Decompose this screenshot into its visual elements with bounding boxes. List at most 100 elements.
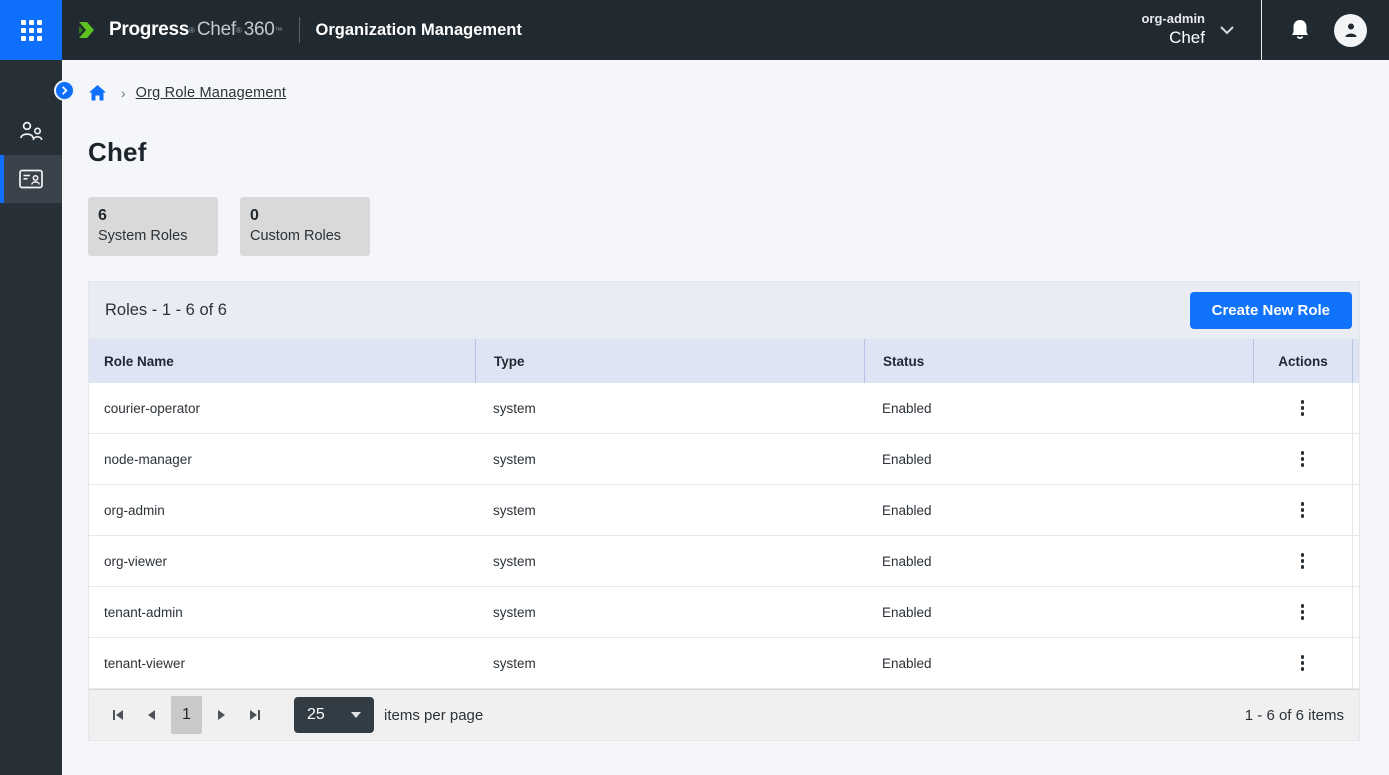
table-toolbar: Roles - 1 - 6 of 6 Create New Role	[89, 282, 1359, 339]
cell-type: system	[475, 587, 864, 637]
table-column-headers: Role Name Type Status Actions	[89, 339, 1359, 383]
brand-tm-mark: ™	[275, 26, 283, 35]
cell-role-name: org-viewer	[89, 536, 475, 586]
table-title: Roles - 1 - 6 of 6	[105, 301, 227, 320]
previous-page-button[interactable]	[135, 696, 169, 734]
cell-status: Enabled	[864, 485, 1253, 535]
brand-name-bold: Progress	[109, 19, 189, 41]
main-content: › Org Role Management Chef 6 System Role…	[62, 60, 1389, 775]
table-body: courier-operator system Enabled node-man…	[89, 383, 1359, 689]
column-header-gutter	[1352, 339, 1359, 383]
breadcrumb: › Org Role Management	[88, 81, 1360, 105]
page-title: Chef	[88, 137, 1360, 168]
org-role-label: org-admin	[1141, 11, 1205, 27]
items-per-page-select[interactable]: 25	[294, 697, 374, 733]
column-header-role-name: Role Name	[89, 339, 475, 383]
bell-icon	[1289, 18, 1311, 42]
table-row: org-admin system Enabled	[89, 485, 1359, 536]
notifications-button[interactable]	[1276, 0, 1324, 60]
cell-type: system	[475, 485, 864, 535]
brand-reg-mark-2: ®	[236, 26, 242, 35]
row-actions-button[interactable]	[1291, 443, 1315, 475]
app-launcher-button[interactable]	[0, 0, 62, 60]
stat-value: 0	[250, 205, 360, 226]
cell-role-name: courier-operator	[89, 383, 475, 433]
progress-logo-icon	[76, 17, 102, 43]
cell-role-name: tenant-viewer	[89, 638, 475, 688]
last-page-button[interactable]	[238, 696, 272, 734]
table-row: courier-operator system Enabled	[89, 383, 1359, 434]
cell-status: Enabled	[864, 536, 1253, 586]
kebab-menu-icon	[1301, 604, 1305, 608]
apps-grid-icon	[21, 20, 42, 41]
page-number-button-current[interactable]: 1	[171, 696, 202, 734]
stat-label: System Roles	[98, 226, 208, 247]
chevron-down-icon	[1219, 25, 1235, 35]
cell-actions	[1253, 638, 1352, 688]
app-root: Progress® Chef® 360™ Organization Manage…	[0, 0, 1389, 775]
column-header-type: Type	[475, 339, 864, 383]
cell-status: Enabled	[864, 587, 1253, 637]
cell-gutter	[1352, 536, 1359, 586]
cell-actions	[1253, 536, 1352, 586]
top-header: Progress® Chef® 360™ Organization Manage…	[0, 0, 1389, 60]
roles-table: Roles - 1 - 6 of 6 Create New Role Role …	[88, 281, 1360, 741]
header-user-divider	[1261, 0, 1262, 60]
header-right-section: org-admin Chef	[1141, 0, 1389, 60]
sidebar-item-org-roles[interactable]	[0, 155, 62, 203]
cell-gutter	[1352, 434, 1359, 484]
items-per-page-value: 25	[307, 706, 325, 724]
cell-role-name: org-admin	[89, 485, 475, 535]
next-page-button[interactable]	[204, 696, 238, 734]
pagination-range-label: 1 - 6 of 6 items	[1245, 707, 1344, 724]
cell-type: system	[475, 638, 864, 688]
first-page-icon	[111, 709, 125, 721]
stat-card-system-roles: 6 System Roles	[88, 197, 218, 256]
header-divider	[299, 17, 300, 43]
brand-logo: Progress® Chef® 360™	[76, 17, 283, 43]
sidebar-item-users[interactable]	[0, 107, 62, 155]
sidebar-expand-toggle[interactable]	[54, 80, 75, 101]
row-actions-button[interactable]	[1291, 545, 1315, 577]
row-actions-button[interactable]	[1291, 392, 1315, 424]
org-switcher[interactable]: org-admin Chef	[1141, 11, 1235, 49]
create-new-role-button[interactable]: Create New Role	[1190, 292, 1352, 329]
cell-role-name: tenant-admin	[89, 587, 475, 637]
breadcrumb-link-org-role-management[interactable]: Org Role Management	[136, 85, 287, 101]
row-actions-button[interactable]	[1291, 647, 1315, 679]
column-header-status: Status	[864, 339, 1253, 383]
cell-gutter	[1352, 383, 1359, 433]
brand-reg-mark: ®	[189, 26, 195, 35]
cell-actions	[1253, 485, 1352, 535]
pagination-bar: 1 25 items per page 1 - 6	[89, 689, 1359, 740]
cell-role-name: node-manager	[89, 434, 475, 484]
stat-cards: 6 System Roles 0 Custom Roles	[88, 197, 1360, 256]
items-per-page-label: items per page	[384, 707, 483, 724]
cell-actions	[1253, 587, 1352, 637]
cell-type: system	[475, 536, 864, 586]
stat-card-custom-roles: 0 Custom Roles	[240, 197, 370, 256]
users-icon	[18, 119, 45, 143]
previous-page-icon	[147, 709, 157, 721]
cell-actions	[1253, 434, 1352, 484]
row-actions-button[interactable]	[1291, 596, 1315, 628]
kebab-menu-icon	[1301, 502, 1305, 506]
brand-name-360: 360	[244, 19, 275, 41]
cell-status: Enabled	[864, 434, 1253, 484]
cell-gutter	[1352, 485, 1359, 535]
table-row: node-manager system Enabled	[89, 434, 1359, 485]
left-sidebar	[0, 60, 62, 775]
next-page-icon	[216, 709, 226, 721]
first-page-button[interactable]	[101, 696, 135, 734]
avatar-icon	[1342, 21, 1360, 39]
cell-status: Enabled	[864, 383, 1253, 433]
row-actions-button[interactable]	[1291, 494, 1315, 526]
cell-gutter	[1352, 587, 1359, 637]
cell-type: system	[475, 434, 864, 484]
cell-type: system	[475, 383, 864, 433]
cell-gutter	[1352, 638, 1359, 688]
breadcrumb-home-link[interactable]	[88, 84, 107, 102]
breadcrumb-separator: ›	[121, 85, 126, 101]
cell-status: Enabled	[864, 638, 1253, 688]
user-account-button[interactable]	[1334, 14, 1367, 47]
